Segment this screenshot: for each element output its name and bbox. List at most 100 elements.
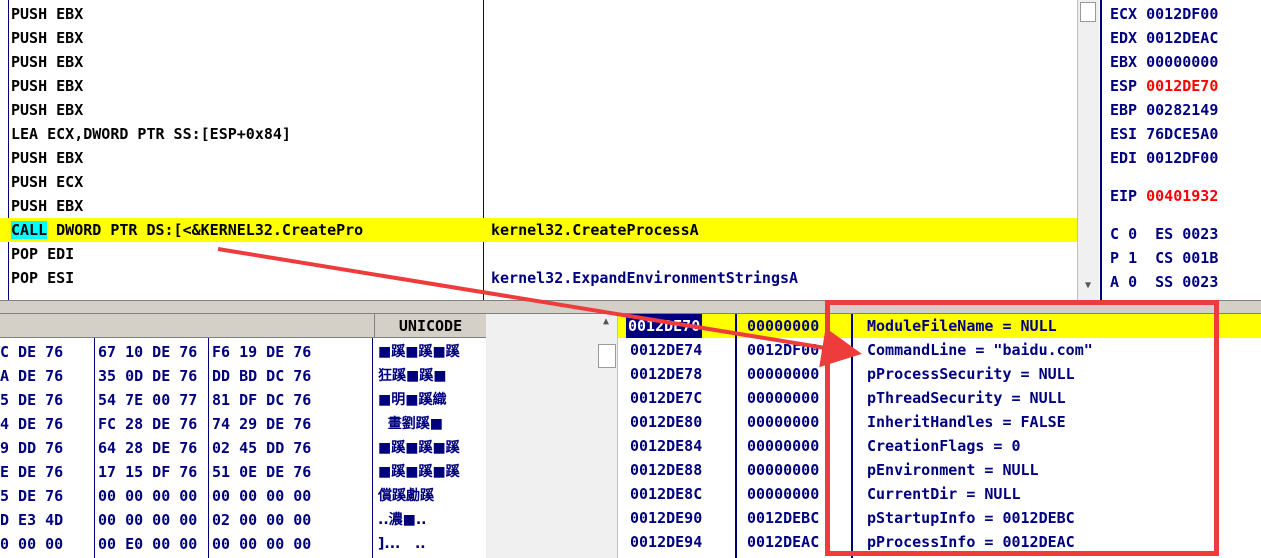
flag-flag: C [1110, 225, 1120, 243]
dump-hex-bytes[interactable]: DD BD DC 76 [212, 364, 311, 388]
dump-hex-bytes[interactable]: 02 00 00 00 [212, 508, 311, 532]
stack-addr: 0012DE7C [630, 389, 703, 407]
disassembly-scrollbar[interactable]: ▼ [1077, 0, 1099, 300]
register-row[interactable]: ECX 0012DF00 [1110, 2, 1218, 26]
flag-seg: SS [1155, 273, 1174, 291]
disasm-row[interactable]: POP EDI [0, 242, 1077, 266]
register-value[interactable]: 0012DEAC [1146, 29, 1218, 47]
registers-pane[interactable]: ECX 0012DF00 EDX 0012DEAC EBX 00000000 ESP … [1100, 0, 1261, 300]
register-row[interactable]: ESP 0012DE70 [1110, 74, 1218, 98]
flag-row[interactable]: A 0 SS 0023 [1110, 270, 1218, 294]
flag-bit[interactable]: 1 [1128, 249, 1137, 267]
dump-hex-bytes[interactable]: 17 15 DF 76 [98, 460, 197, 484]
stack-addr: 0012DE90 [630, 509, 703, 527]
dump-hex-bytes[interactable]: 5 DE 76 [0, 484, 63, 508]
dump-hex-bytes[interactable]: 67 10 DE 76 [98, 340, 197, 364]
unicode-column-header[interactable]: UNICODE [374, 314, 486, 338]
disassembly-pane[interactable]: PUSH EBX PUSH EBX PUSH EBX PUSH EBX PUSH EBX… [0, 0, 1077, 300]
dump-hex-bytes[interactable]: 35 0D DE 76 [98, 364, 197, 388]
dump-hex-bytes[interactable]: A DE 76 [0, 364, 63, 388]
dump-unicode-text: ■蹊■蹊■蹊 [378, 440, 460, 456]
register-name: ESP [1110, 77, 1138, 95]
register-row[interactable]: EBX 00000000 [1110, 50, 1218, 74]
dump-hex-bytes[interactable]: 51 0E DE 76 [212, 460, 311, 484]
stack-addr: 0012DE80 [630, 413, 703, 431]
dump-hex-bytes[interactable]: 00 00 00 00 [98, 484, 197, 508]
dump-hex-bytes[interactable]: 00 00 00 00 [212, 532, 311, 556]
flag-bit[interactable]: 0 [1128, 273, 1137, 291]
instruction-operands: PUSH EBX [11, 197, 84, 215]
dump-hex-bytes[interactable]: 00 00 00 00 [212, 484, 311, 508]
dump-hex-bytes[interactable]: 64 28 DE 76 [98, 436, 197, 460]
instruction-text: PUSH EBX [11, 146, 83, 170]
stack-scrollbar[interactable]: ▲ [596, 314, 618, 558]
disasm-row[interactable]: PUSH EBX [0, 26, 1077, 50]
flag-flag: A [1110, 273, 1120, 291]
dump-column-header: UNICODE [0, 314, 486, 338]
register-value[interactable]: 00282149 [1146, 101, 1218, 119]
register-value[interactable]: 0012DE70 [1146, 77, 1218, 95]
dump-hex-bytes[interactable]: 54 7E 00 77 [98, 388, 197, 412]
register-name: EDI [1110, 149, 1138, 167]
dump-unicode-text: ■蹊■蹊■蹊 [378, 464, 460, 480]
dump-hex-bytes[interactable]: FC 28 DE 76 [98, 412, 197, 436]
instruction-operands: PUSH ECX [11, 173, 84, 191]
disasm-row[interactable]: PUSH ECX [0, 170, 1077, 194]
register-row[interactable]: EDI 0012DF00 [1110, 146, 1218, 170]
dump-hex-bytes[interactable]: 74 29 DE 76 [212, 412, 311, 436]
dump-hex-bytes[interactable]: E DE 76 [0, 460, 63, 484]
register-row[interactable]: EDX 0012DEAC [1110, 26, 1218, 50]
dump-hex-bytes[interactable]: 00 E0 00 00 [98, 532, 197, 556]
disasm-row[interactable]: PUSH EBX [0, 194, 1077, 218]
scroll-down-icon[interactable]: ▼ [1078, 280, 1098, 291]
disasm-row[interactable]: PUSH EBX [0, 98, 1077, 122]
instruction-mnemonic: CALL [11, 221, 48, 239]
dump-unicode-text: 狂蹊■蹊■ [378, 368, 447, 384]
register-value[interactable]: 76DCE5A0 [1146, 125, 1218, 143]
scroll-thumb[interactable] [1080, 2, 1096, 22]
flag-val: 0023 [1182, 225, 1219, 243]
register-row[interactable]: ESI 76DCE5A0 [1110, 122, 1218, 146]
dump-hex-bytes[interactable]: D E3 4D [0, 508, 63, 532]
dump-divider [94, 338, 95, 558]
memory-dump-pane[interactable]: UNICODE C DE 76 67 10 DE 76 F6 19 DE 76 ■蹊■… [0, 314, 486, 558]
dump-hex-bytes[interactable]: 02 45 DD 76 [212, 436, 311, 460]
dump-hex-bytes[interactable]: 9 DD 76 [0, 436, 63, 460]
disasm-row[interactable]: POP ESI kernel32.ExpandEnvironmentStrings… [0, 266, 1077, 290]
flag-bit[interactable]: 0 [1128, 225, 1137, 243]
instruction-operands: POP EDI [11, 245, 75, 263]
disasm-row[interactable]: PUSH EBX [0, 2, 1077, 26]
scroll-up-icon[interactable]: ▲ [596, 316, 616, 327]
instruction-operands: POP ESI [11, 269, 75, 287]
register-value[interactable]: 00401932 [1146, 187, 1218, 205]
register-name: ESI [1110, 125, 1138, 143]
disasm-row[interactable]: CALL DWORD PTR DS:[<&KERNEL32.CreatePro k… [0, 218, 1077, 242]
dump-hex-bytes[interactable]: 00 00 00 00 [98, 508, 197, 532]
register-row[interactable]: EBP 00282149 [1110, 98, 1218, 122]
instruction-operands: LEA ECX,DWORD PTR SS:[ESP+0x84] [11, 125, 291, 143]
register-value[interactable]: 0012DF00 [1146, 5, 1218, 23]
stack-val: 00000000 [747, 461, 820, 479]
instruction-operands: PUSH EBX [11, 5, 84, 23]
stack-addr: 0012DE78 [630, 365, 703, 383]
scroll-thumb[interactable] [598, 344, 616, 368]
register-value[interactable]: 0012DF00 [1146, 149, 1218, 167]
dump-hex-bytes[interactable]: 4 DE 76 [0, 412, 63, 436]
disasm-row[interactable]: PUSH EBX [0, 74, 1077, 98]
register-row-eip[interactable]: EIP 00401932 [1110, 184, 1218, 208]
disasm-row[interactable]: LEA ECX,DWORD PTR SS:[ESP+0x84] [0, 122, 1077, 146]
dump-hex-bytes[interactable]: 0 00 00 [0, 532, 63, 556]
disasm-row[interactable]: PUSH EBX [0, 146, 1077, 170]
dump-hex-bytes[interactable]: 81 DF DC 76 [212, 388, 311, 412]
register-name: ECX [1110, 5, 1138, 23]
instruction-operands: PUSH EBX [11, 101, 84, 119]
disasm-row[interactable]: PUSH EBX [0, 50, 1077, 74]
flag-row[interactable]: C 0 ES 0023 [1110, 222, 1218, 246]
dump-hex-bytes[interactable]: 5 DE 76 [0, 388, 63, 412]
dump-hex-bytes[interactable]: F6 19 DE 76 [212, 340, 311, 364]
dump-hex-bytes[interactable]: C DE 76 [0, 340, 63, 364]
register-value[interactable]: 00000000 [1146, 53, 1218, 71]
flag-row[interactable]: P 1 CS 001B [1110, 246, 1218, 270]
dump-unicode-text: 償蹊勴蹊 [378, 488, 434, 504]
register-name: EDX [1110, 29, 1138, 47]
